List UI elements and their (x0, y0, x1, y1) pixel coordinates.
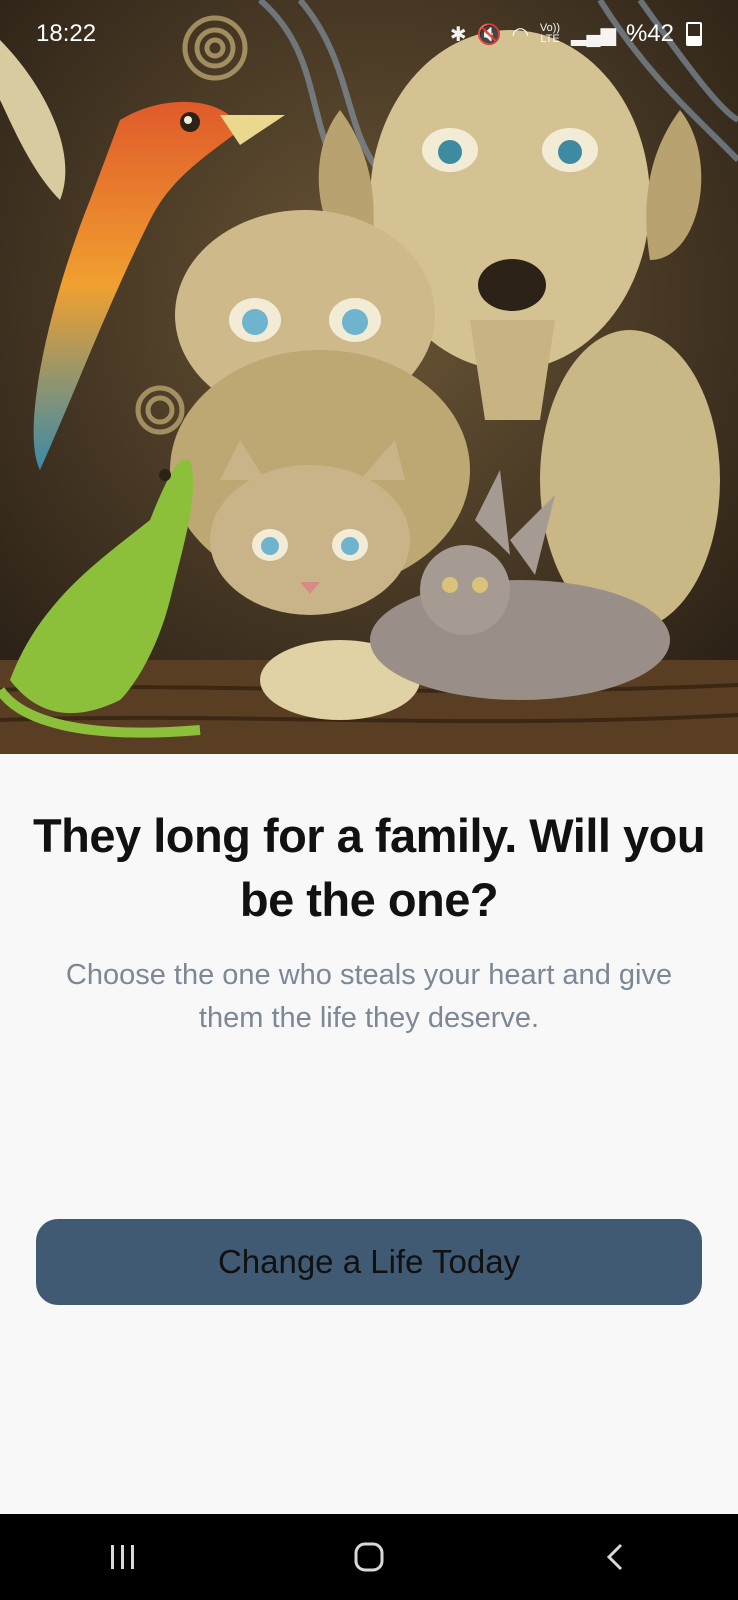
recent-apps-icon (111, 1545, 134, 1569)
change-a-life-button[interactable]: Change a Life Today (36, 1219, 702, 1305)
home-button[interactable] (309, 1514, 429, 1600)
sad-animals-illustration (0, 0, 738, 754)
status-bar: 18:22 ✱ 🔇 ◠ Vo)) LTE ▂▄▆ %42 (0, 0, 738, 68)
status-icons: ✱ 🔇 ◠ Vo)) LTE ▂▄▆ %42 (450, 20, 702, 48)
page-subtitle: Choose the one who steals your heart and… (65, 959, 673, 1034)
status-time: 18:22 (36, 20, 97, 47)
wifi-icon: ◠ (511, 23, 530, 46)
mute-icon: 🔇 (476, 23, 502, 46)
back-button[interactable] (555, 1514, 675, 1600)
system-nav-bar (0, 1514, 738, 1600)
signal-icon: ▂▄▆ (571, 23, 616, 46)
recent-apps-button[interactable] (63, 1514, 183, 1600)
battery-percent: %42 (625, 20, 674, 47)
home-icon (354, 1542, 384, 1572)
battery-icon (686, 22, 702, 46)
hero-image: 18:22 ✱ 🔇 ◠ Vo)) LTE ▂▄▆ %42 (0, 0, 738, 754)
onboarding-content: They long for a family. Will you be the … (0, 754, 738, 1514)
bluetooth-icon: ✱ (449, 23, 467, 46)
back-icon (606, 1543, 623, 1571)
volte-icon: Vo)) LTE (539, 22, 561, 45)
page-title: They long for a family. Will you be the … (32, 809, 706, 926)
